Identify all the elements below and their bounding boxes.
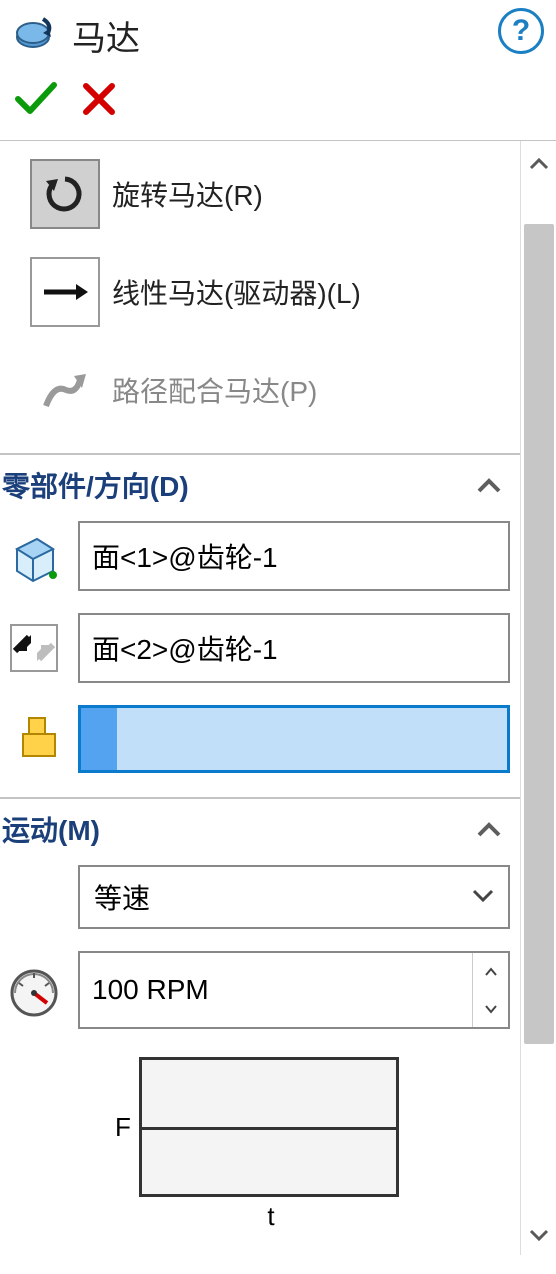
scroll-down-button[interactable] [529,1212,549,1255]
motor-icon [12,10,62,60]
chevron-up-icon [476,813,502,845]
rotary-motor-option[interactable]: 旋转马达(R) [30,159,510,229]
blank-icon [4,867,64,927]
component-relative-icon [4,709,64,769]
motor-location-input[interactable] [78,521,510,591]
component-direction-header[interactable]: 零部件/方向(D) [0,455,520,515]
speed-decrease-button[interactable] [473,990,508,1027]
linear-motor-label: 线性马达(驱动器)(L) [112,272,361,312]
direction-icon[interactable] [4,618,64,678]
path-motor-option[interactable]: 路径配合马达(P) [30,355,510,425]
graph-x-axis-label: t [267,1201,274,1232]
graph-y-axis-label: F [115,1112,131,1143]
path-motor-label: 路径配合马达(P) [112,370,317,410]
panel-header: 马达 ? [0,0,556,70]
motion-graph: F t [4,1057,510,1232]
scroll-track[interactable] [524,184,554,1212]
linear-motor-icon [30,257,100,327]
motion-type-value: 等速 [94,877,150,917]
component-face-icon [4,526,64,586]
speed-increase-button[interactable] [473,953,508,990]
linear-motor-option[interactable]: 线性马达(驱动器)(L) [30,257,510,327]
graph-plot [139,1057,399,1197]
speed-value: 100 RPM [80,953,472,1027]
vertical-scrollbar[interactable] [520,141,556,1255]
rotary-motor-icon [30,159,100,229]
motion-type-select[interactable]: 等速 [78,865,510,929]
confirm-bar [0,70,556,141]
motor-type-section: 旋转马达(R) 线性马达(驱动器)(L) 路径配 [0,141,520,455]
motion-title: 运动(M) [2,809,100,849]
speed-input[interactable]: 100 RPM [78,951,510,1029]
path-motor-icon [30,355,100,425]
ok-button[interactable] [14,78,58,128]
chevron-up-icon [476,469,502,501]
chevron-down-icon [472,886,494,909]
speed-icon [4,960,64,1020]
scroll-up-button[interactable] [529,141,549,184]
help-button[interactable]: ? [498,8,544,54]
component-direction-title: 零部件/方向(D) [2,465,189,505]
component-direction-section: 零部件/方向(D) [0,455,520,799]
panel-title: 马达 [72,11,140,60]
scroll-thumb[interactable] [524,224,554,1044]
motion-section: 运动(M) 等速 [0,799,520,1250]
cancel-button[interactable] [82,81,116,126]
motor-direction-input[interactable] [78,613,510,683]
rotary-motor-label: 旋转马达(R) [112,174,263,214]
component-relative-input[interactable] [78,705,510,773]
motion-header[interactable]: 运动(M) [0,799,520,859]
